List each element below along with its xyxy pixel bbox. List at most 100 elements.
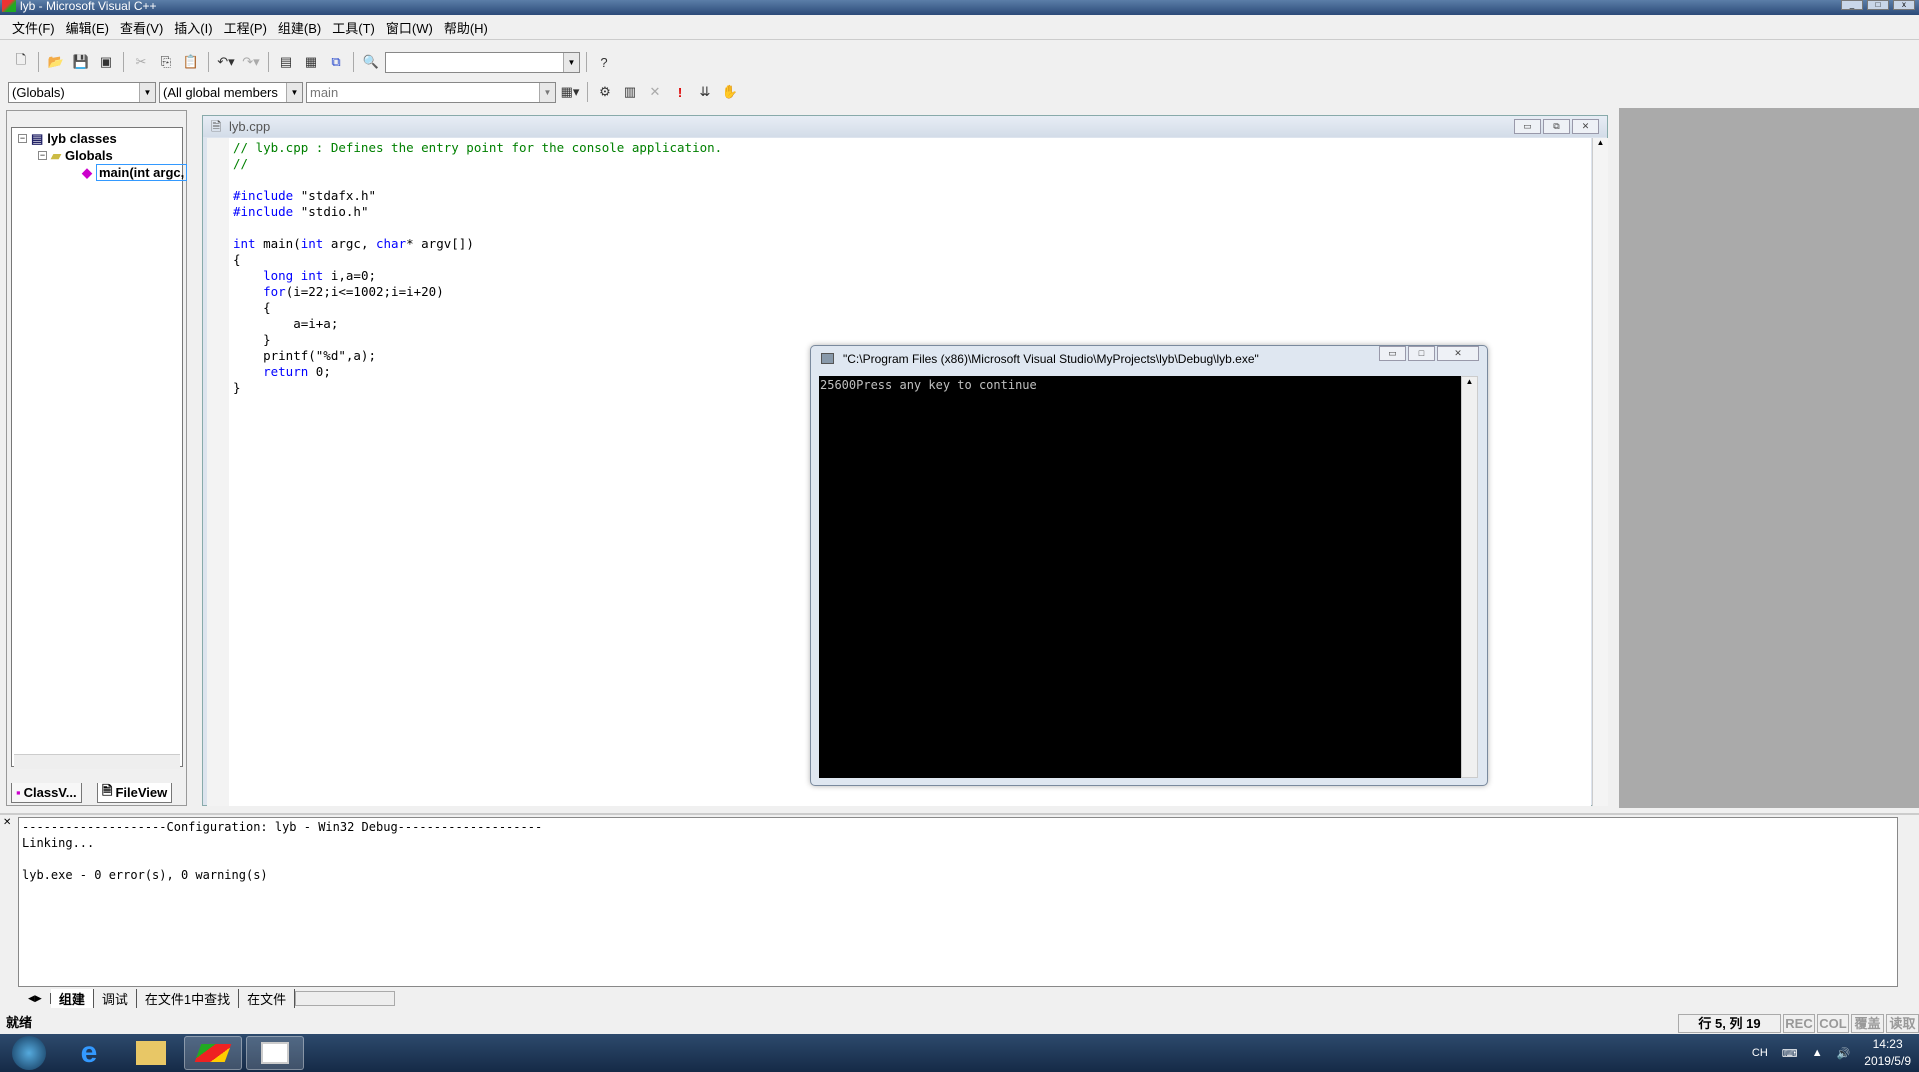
maximize-button[interactable]: □ — [1867, 0, 1889, 10]
tab-find-in-files-2[interactable]: 在文件 — [239, 989, 296, 1008]
code-token: // — [233, 156, 249, 171]
app-logo-icon — [2, 0, 16, 12]
menu-view[interactable]: 查看(V) — [120, 18, 163, 37]
show-hidden-icons-icon[interactable]: ▲ — [1812, 1047, 1823, 1059]
taskbar-visual-cpp[interactable] — [184, 1036, 242, 1070]
code-token: printf("%d",a); — [233, 348, 376, 363]
code-token: for — [263, 284, 286, 299]
menu-insert[interactable]: 插入(I) — [174, 18, 212, 37]
start-button[interactable] — [0, 1036, 58, 1070]
menu-window[interactable]: 窗口(W) — [386, 18, 433, 37]
code-token: main( — [255, 236, 301, 251]
find-combo[interactable]: ▼ — [385, 51, 580, 73]
console-output: 25600Press any key to continue — [819, 376, 1461, 778]
taskbar-internet-explorer[interactable]: e — [60, 1036, 118, 1070]
new-file-icon[interactable]: 🗋 — [10, 51, 32, 73]
maximize-button[interactable]: □ — [1408, 346, 1435, 361]
chevron-down-icon[interactable]: ▼ — [286, 82, 302, 102]
visual-cpp-icon — [194, 1044, 232, 1062]
input-language[interactable]: CH — [1752, 1047, 1768, 1059]
close-icon[interactable]: ✕ — [3, 817, 11, 828]
find-icon[interactable]: ? — [593, 51, 615, 73]
console-vertical-scrollbar[interactable]: ▲ — [1461, 376, 1478, 778]
clock[interactable]: 14:23 2019/5/9 — [1864, 1036, 1911, 1070]
tab-find-in-files-1[interactable]: 在文件1中查找 — [137, 989, 240, 1008]
menu-build[interactable]: 组建(B) — [278, 18, 321, 37]
title-bar: lyb - Microsoft Visual C++ _ □ x — [0, 0, 1919, 15]
stop-build-icon[interactable]: ✕ — [644, 81, 666, 103]
menu-help[interactable]: 帮助(H) — [444, 18, 488, 37]
editor-vertical-scrollbar[interactable]: ▲ — [1592, 138, 1608, 806]
tree-node-classes[interactable]: − ▤ lyb classes — [18, 130, 117, 147]
cut-icon[interactable]: ✂ — [130, 51, 152, 73]
chevron-down-icon[interactable]: ▼ — [139, 82, 155, 102]
minimize-button[interactable]: ▭ — [1379, 346, 1406, 361]
tree-node-globals[interactable]: − ▰ Globals — [38, 147, 113, 164]
filter-combo[interactable]: (All global members ▼ — [159, 81, 303, 103]
code-line: { — [233, 252, 1591, 268]
minimize-button[interactable]: ▭ — [1514, 119, 1541, 134]
paste-icon[interactable]: 📋 — [180, 51, 202, 73]
save-icon[interactable]: 💾 — [70, 51, 92, 73]
breakpoint-icon[interactable]: ✋ — [719, 81, 741, 103]
undo-icon[interactable]: ↶▾ — [215, 51, 237, 73]
classes-icon: ▤ — [31, 130, 44, 146]
code-line: a=i+a; — [233, 316, 1591, 332]
chevron-down-icon[interactable]: ▼ — [563, 52, 579, 72]
go-icon[interactable]: ⇊ — [694, 81, 716, 103]
output-icon[interactable]: ▦ — [300, 51, 322, 73]
menu-bar: 文件(F) 编辑(E) 查看(V) 插入(I) 工程(P) 组建(B) 工具(T… — [0, 16, 1919, 40]
build-icon[interactable]: ▥ — [619, 81, 641, 103]
chevron-down-icon[interactable]: ▼ — [539, 82, 555, 102]
find-in-files-icon[interactable]: 🔍 — [360, 51, 382, 73]
close-button[interactable]: ✕ — [1572, 119, 1599, 134]
code-line: { — [233, 300, 1591, 316]
menu-edit[interactable]: 编辑(E) — [66, 18, 109, 37]
tree-horizontal-scrollbar[interactable] — [14, 754, 180, 769]
taskbar-file-explorer[interactable] — [122, 1036, 180, 1070]
code-token: // lyb.cpp : Defines the entry point for… — [233, 140, 723, 155]
class-combo[interactable]: (Globals) ▼ — [8, 81, 156, 103]
code-token: argc, — [323, 236, 376, 251]
window-list-icon[interactable]: ⧉ — [325, 51, 347, 73]
open-icon[interactable]: 📂 — [45, 51, 67, 73]
members-combo[interactable]: main ▼ — [306, 81, 556, 103]
minimize-button[interactable]: _ — [1841, 0, 1863, 10]
code-line: // — [233, 156, 1591, 172]
tab-fileview[interactable]: 🗎 FileView — [97, 783, 173, 803]
taskbar-console-window[interactable] — [246, 1036, 304, 1070]
tab-scroll-left-icon[interactable]: ◀▶ — [20, 993, 51, 1004]
copy-icon[interactable]: ⎘ — [155, 51, 177, 73]
execute-icon[interactable]: ! — [669, 81, 691, 103]
code-line: long int i,a=0; — [233, 268, 1591, 284]
output-horizontal-scrollbar[interactable] — [295, 991, 396, 1006]
tree-node-main[interactable]: ◆ main(int argc, — [82, 164, 188, 181]
code-token: "stdafx.h" — [293, 188, 377, 203]
menu-project[interactable]: 工程(P) — [224, 18, 267, 37]
save-all-icon[interactable]: ▣ — [95, 51, 117, 73]
menu-file[interactable]: 文件(F) — [12, 18, 55, 37]
tab-debug[interactable]: 调试 — [94, 989, 137, 1008]
close-button[interactable]: x — [1893, 0, 1915, 10]
wizard-action-icon[interactable]: ▦▾ — [559, 81, 581, 103]
volume-icon[interactable]: 🔊 — [1837, 1047, 1851, 1060]
code-line: #include "stdafx.h" — [233, 188, 1591, 204]
standard-toolbar: 🗋 📂 💾 ▣ ✂ ⎘ 📋 ↶▾ ↷▾ ▤ ▦ ⧉ 🔍 ▼ ? — [0, 48, 1919, 76]
status-text: 就绪 — [6, 1015, 33, 1030]
compile-icon[interactable]: ⚙ — [594, 81, 616, 103]
tab-build[interactable]: 组建 — [50, 989, 94, 1008]
redo-icon[interactable]: ↷▾ — [240, 51, 262, 73]
close-button[interactable]: ✕ — [1437, 346, 1479, 361]
workspace-icon[interactable]: ▤ — [275, 51, 297, 73]
tab-classview[interactable]: ▪ ClassV... — [11, 783, 82, 803]
menu-tools[interactable]: 工具(T) — [332, 18, 375, 37]
classview-icon: ▪ — [16, 785, 21, 800]
indicator-col: COL — [1817, 1014, 1849, 1033]
indicator-overwrite: 覆盖 — [1851, 1014, 1884, 1033]
keyboard-icon[interactable]: ⌨ — [1782, 1047, 1798, 1060]
restore-button[interactable]: ⧉ — [1543, 119, 1570, 134]
